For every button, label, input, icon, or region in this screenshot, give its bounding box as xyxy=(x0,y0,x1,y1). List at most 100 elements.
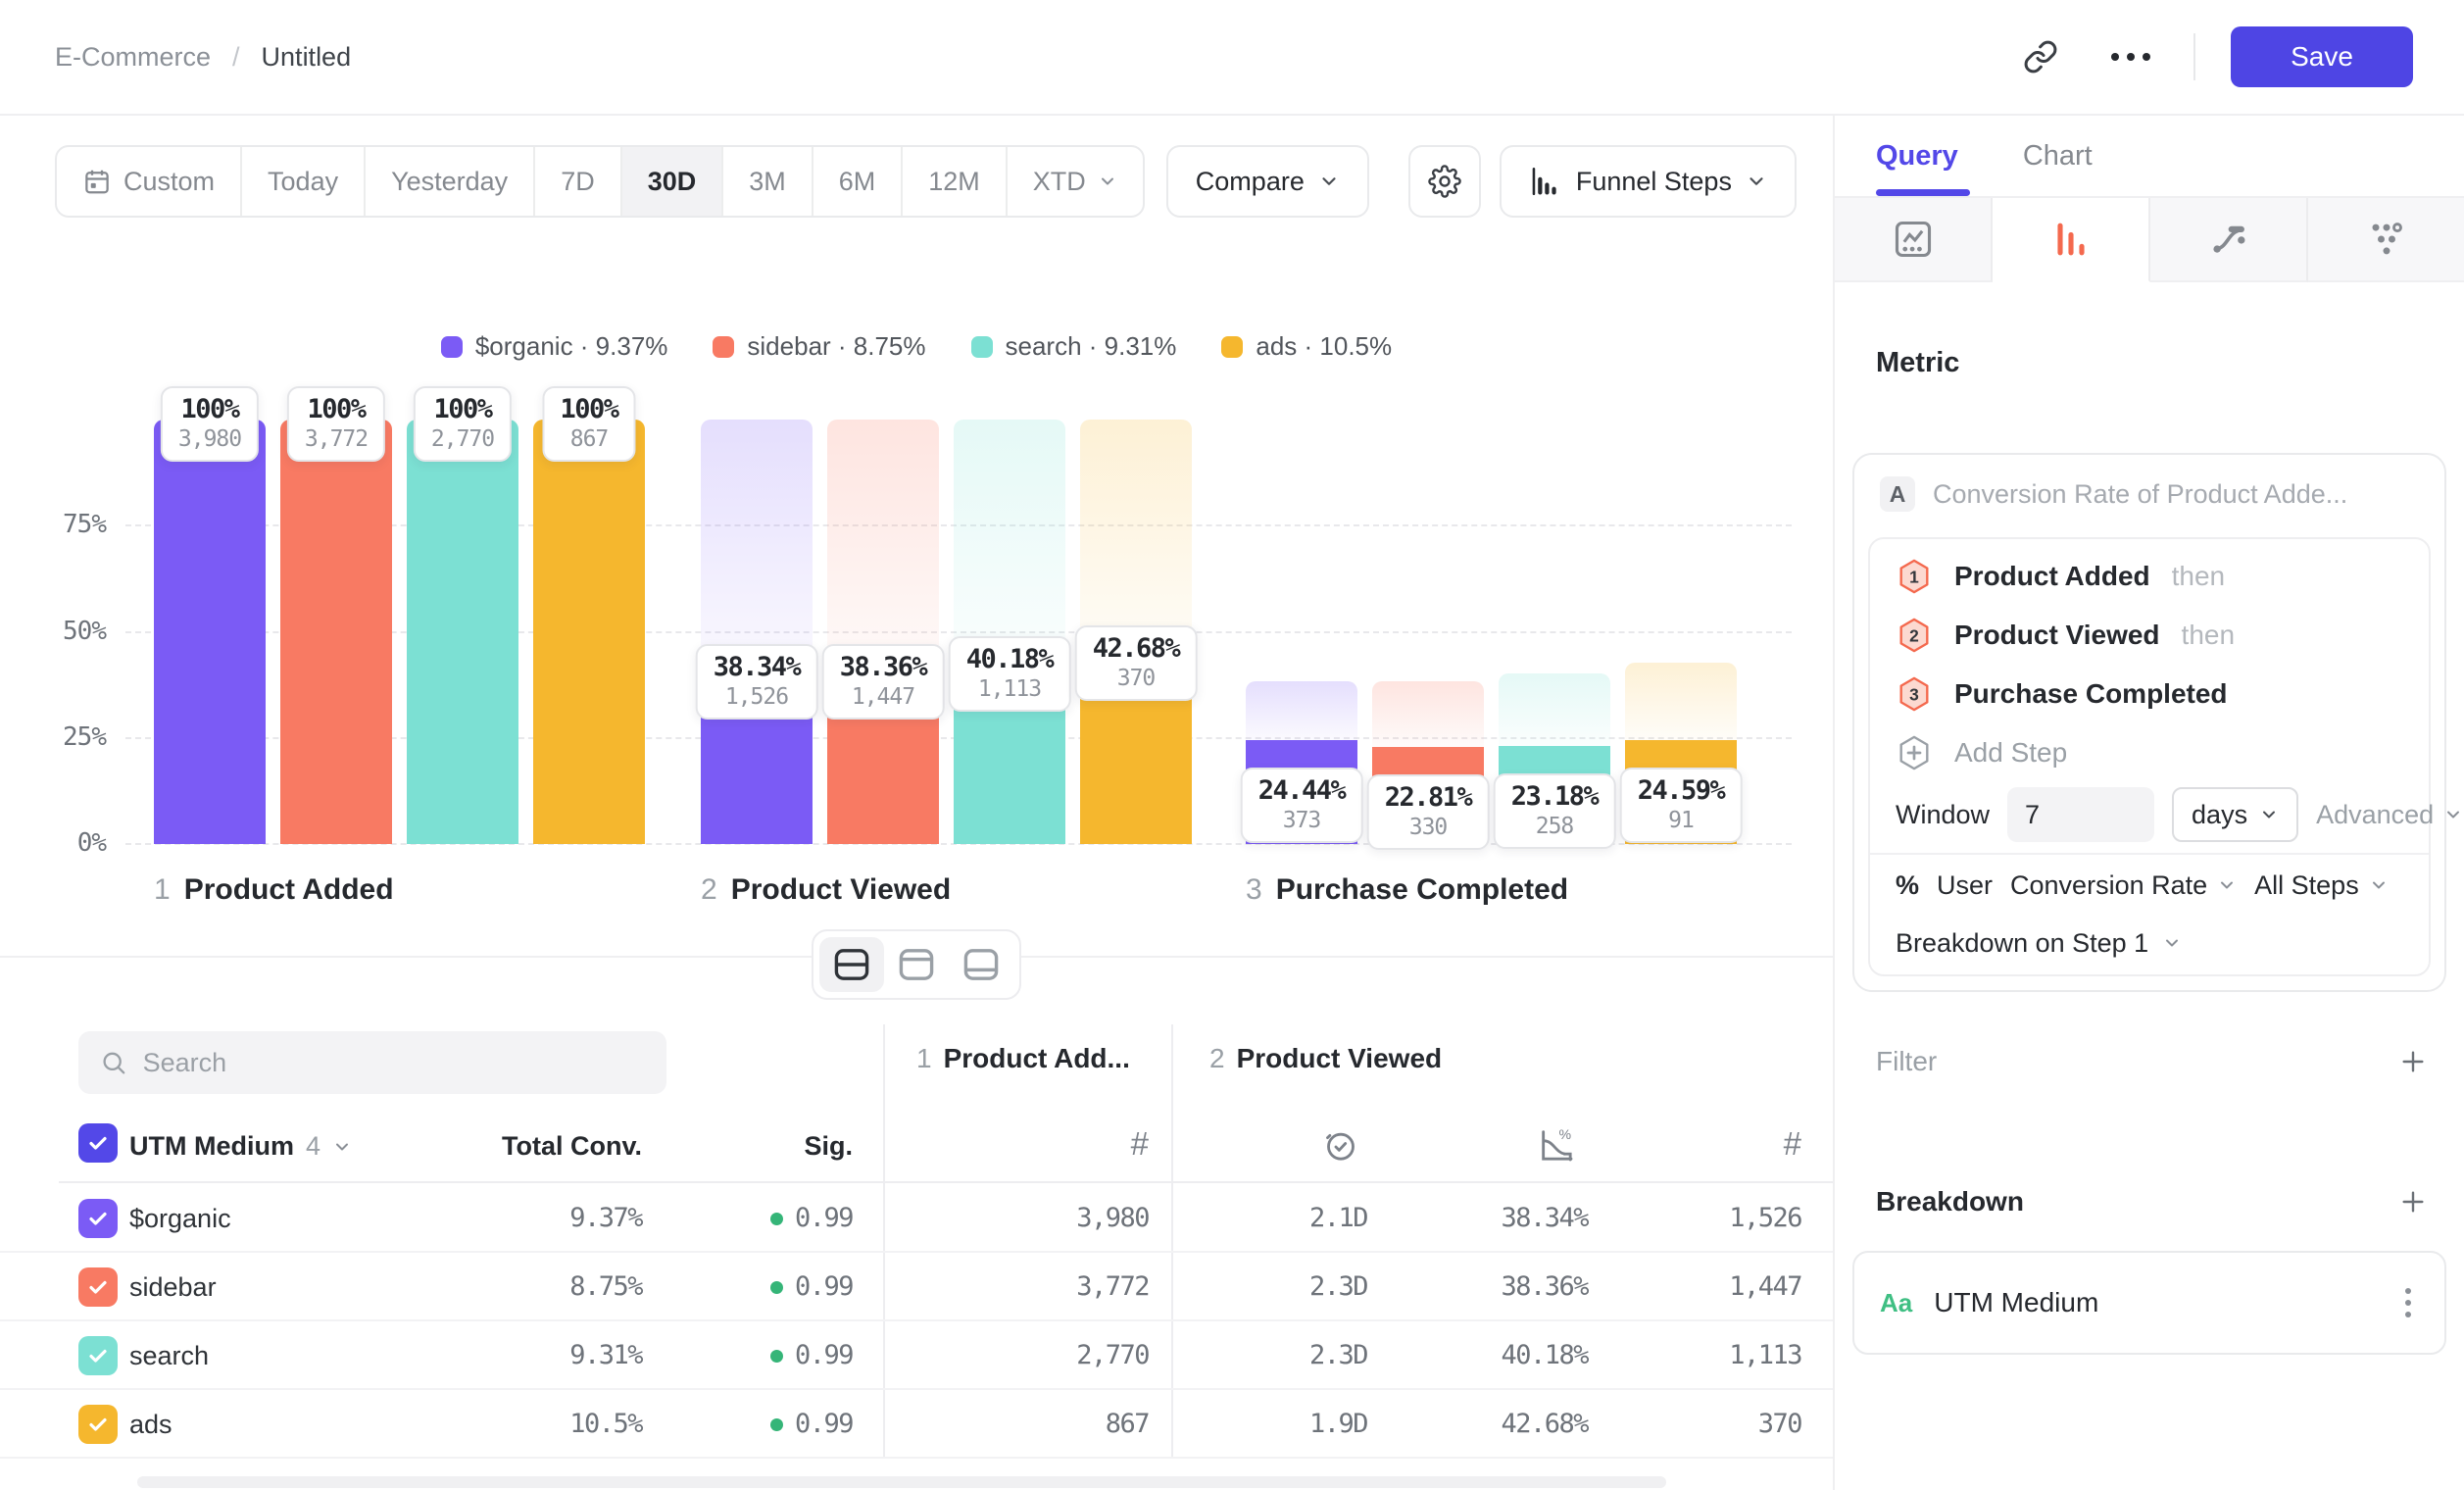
save-button[interactable]: Save xyxy=(2231,26,2413,87)
breakdown-options-button[interactable] xyxy=(2397,1280,2419,1325)
layout-toggle-table-only-view[interactable] xyxy=(949,937,1013,992)
row-checkbox[interactable] xyxy=(78,1267,118,1307)
select-all-checkbox[interactable] xyxy=(78,1123,118,1163)
add-step-label: Add Step xyxy=(1954,737,2067,769)
link-icon xyxy=(2023,39,2058,74)
bar-conversion-pct: 100% xyxy=(431,394,494,424)
breadcrumb-title[interactable]: Untitled xyxy=(262,42,352,73)
flows-icon xyxy=(2207,218,2250,261)
table-row-search[interactable]: search9.31%0.992,7702.3D40.18%1,113 xyxy=(0,1321,1833,1390)
significance-value: 0.99 xyxy=(676,1184,853,1253)
query-step-product-added[interactable]: 1Product Addedthen xyxy=(1896,547,2403,606)
check-icon xyxy=(86,1131,110,1155)
step-suffix: then xyxy=(2172,561,2226,592)
measurement-select[interactable]: Conversion Rate xyxy=(2010,870,2237,901)
bar-count: 370 xyxy=(1093,666,1180,691)
add-step-button[interactable]: Add Step xyxy=(1896,723,2403,781)
row-checkbox[interactable] xyxy=(78,1405,118,1444)
total-conv-column-header: Total Conv. xyxy=(446,1131,642,1162)
bar-value-label: 100%867 xyxy=(542,386,635,462)
funnel-drop-off-ads xyxy=(1625,663,1737,739)
bar-count: 91 xyxy=(1638,808,1725,833)
window-value-input[interactable] xyxy=(2007,787,2154,842)
chart-type-tab-retention[interactable] xyxy=(2308,198,2464,282)
plus-icon xyxy=(2397,1046,2429,1077)
more-options-button[interactable] xyxy=(2103,29,2158,84)
sig-column-header: Sig. xyxy=(706,1131,853,1162)
query-step-product-viewed[interactable]: 2Product Viewedthen xyxy=(1896,606,2403,665)
string-type-icon: Aa xyxy=(1880,1288,1912,1318)
table-row-organic[interactable]: $organic9.37%0.993,9802.1D38.34%1,526 xyxy=(0,1184,1833,1253)
metric-heading: Metric xyxy=(1876,347,1959,379)
filter-section: Filter xyxy=(1876,1046,2429,1077)
total-conversion-value: 10.5% xyxy=(446,1390,642,1459)
step2-count-value: 370 xyxy=(1633,1390,1801,1459)
bar-conversion-pct: 42.68% xyxy=(1093,633,1180,664)
tab-query[interactable]: Query xyxy=(1876,140,1958,173)
row-checkbox[interactable] xyxy=(78,1336,118,1375)
bar-conversion-pct: 23.18% xyxy=(1511,781,1599,812)
series-title: Conversion Rate of Product Adde... xyxy=(1933,479,2347,510)
conversion-window-row: Window days Advanced xyxy=(1896,781,2403,849)
group-count: 4 xyxy=(306,1131,320,1162)
layout-toggle xyxy=(812,929,1021,1000)
add-filter-button[interactable] xyxy=(2397,1046,2429,1077)
top-bar-divider xyxy=(2193,33,2195,80)
step-hexagon-badge: 3 xyxy=(1896,675,1933,713)
panel-tabs: Query Chart xyxy=(1835,116,2464,196)
search-input[interactable] xyxy=(143,1048,645,1078)
funnel-bar-organic-step1[interactable] xyxy=(154,420,266,844)
conversion-column-icon: % xyxy=(1537,1125,1576,1169)
step-event-name: Product Viewed xyxy=(1954,620,2160,651)
chart-type-tab-insights-line[interactable] xyxy=(1835,198,1993,282)
funnel-bar-sidebar-step1[interactable] xyxy=(280,420,392,844)
funnel-bar-ads-step1[interactable] xyxy=(533,420,645,844)
split-view-icon xyxy=(833,948,870,981)
table-search[interactable] xyxy=(78,1031,666,1094)
table-row-sidebar[interactable]: sidebar8.75%0.993,7722.3D38.36%1,447 xyxy=(0,1253,1833,1321)
funnel-drop-off-search xyxy=(1499,673,1610,746)
step-hexagon-badge: 1 xyxy=(1896,558,1933,595)
copy-link-button[interactable] xyxy=(2013,29,2068,84)
bar-count: 867 xyxy=(560,426,617,452)
step1-count-value: 2,770 xyxy=(980,1321,1149,1390)
add-breakdown-button[interactable] xyxy=(2397,1186,2429,1217)
table-group-header[interactable]: UTM Medium 4 xyxy=(129,1131,352,1162)
count-column-icon: # xyxy=(1731,1125,1801,1163)
bar-count: 2,770 xyxy=(431,426,494,452)
entity-label[interactable]: User xyxy=(1937,870,1993,901)
steps-scope-select[interactable]: All Steps xyxy=(2254,870,2389,901)
step2-conversion-value: 38.36% xyxy=(1421,1253,1588,1321)
filter-label: Filter xyxy=(1876,1046,1937,1077)
row-checkbox[interactable] xyxy=(78,1199,118,1238)
ellipsis-icon xyxy=(2111,53,2150,61)
funnel-drop-off-organic xyxy=(701,420,813,681)
bar-conversion-pct: 100% xyxy=(560,394,617,424)
breakdown-property-card[interactable]: Aa UTM Medium xyxy=(1852,1251,2446,1355)
breadcrumb-project[interactable]: E-Commerce xyxy=(55,42,211,73)
funnel-steps-editor: 1Product Addedthen2Product Viewedthen3Pu… xyxy=(1868,537,2431,976)
table-row-ads[interactable]: ads10.5%0.998671.9D42.68%370 xyxy=(0,1390,1833,1459)
chart-type-tab-flows[interactable] xyxy=(2150,198,2308,282)
layout-toggle-split-view[interactable] xyxy=(819,937,884,992)
step2-avg-time-value: 2.3D xyxy=(1215,1321,1367,1390)
window-unit-select[interactable]: days xyxy=(2172,787,2298,842)
funnel-bar-search-step1[interactable] xyxy=(407,420,518,844)
breakdown-on-step-select[interactable]: Breakdown on Step 1 xyxy=(1896,917,2403,970)
chart-only-view-icon xyxy=(898,948,935,981)
advanced-toggle[interactable]: Advanced xyxy=(2316,800,2463,830)
check-icon xyxy=(86,1344,110,1367)
layout-toggle-chart-only-view[interactable] xyxy=(884,937,949,992)
checkbox-checked xyxy=(78,1123,118,1163)
step1-count-value: 3,980 xyxy=(980,1184,1149,1253)
tab-chart[interactable]: Chart xyxy=(2023,140,2093,173)
chart-type-tab-funnel-bars[interactable] xyxy=(1993,198,2150,282)
horizontal-scrollbar[interactable] xyxy=(137,1476,1666,1488)
step2-count-value: 1,113 xyxy=(1633,1321,1801,1390)
metric-series-row[interactable]: A Conversion Rate of Product Adde... xyxy=(1854,455,2444,533)
table-column-step2: 2Product Viewed xyxy=(1209,1043,1442,1074)
breakdown-label: Breakdown xyxy=(1876,1186,2024,1217)
breakdown-property-name: UTM Medium xyxy=(1934,1287,2098,1318)
query-step-purchase-completed[interactable]: 3Purchase Completed xyxy=(1896,665,2403,723)
check-icon xyxy=(86,1275,110,1299)
